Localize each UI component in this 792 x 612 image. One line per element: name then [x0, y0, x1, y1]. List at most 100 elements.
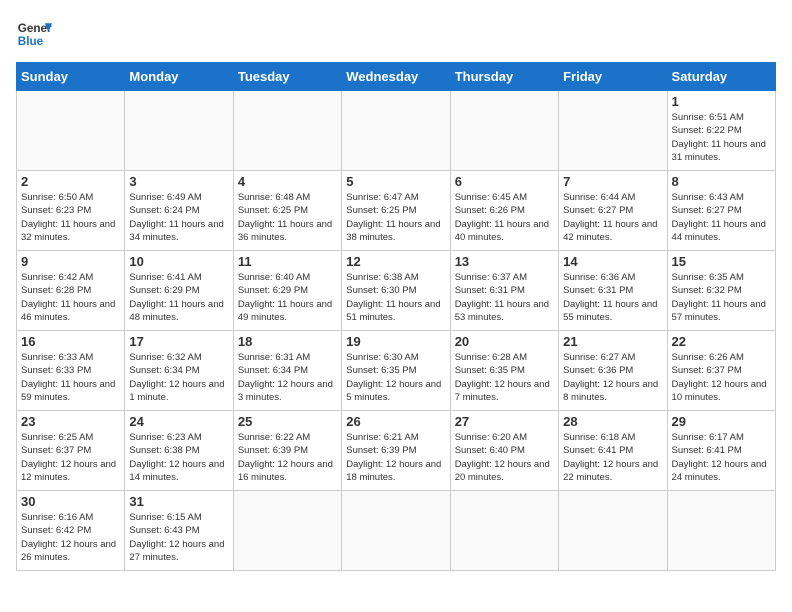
calendar-cell: 24 Sunrise: 6:23 AM Sunset: 6:38 PM Dayli… [125, 411, 233, 491]
day-number: 22 [672, 334, 771, 349]
day-number: 2 [21, 174, 120, 189]
calendar-week-row: 1Sunrise: 6:51 AM Sunset: 6:22 PM Daylig… [17, 91, 776, 171]
day-info: Sunrise: 6:33 AM Sunset: 6:33 PM Dayligh… [21, 351, 120, 404]
day-number: 11 [238, 254, 337, 269]
calendar-cell: 9 Sunrise: 6:42 AM Sunset: 6:28 PM Daylig… [17, 251, 125, 331]
calendar-cell [233, 91, 341, 171]
calendar-cell: 14 Sunrise: 6:36 AM Sunset: 6:31 PM Dayli… [559, 251, 667, 331]
calendar-cell: 6 Sunrise: 6:45 AM Sunset: 6:26 PM Daylig… [450, 171, 558, 251]
weekday-header-friday: Friday [559, 63, 667, 91]
day-info: Sunrise: 6:41 AM Sunset: 6:29 PM Dayligh… [129, 271, 228, 324]
svg-text:Blue: Blue [18, 35, 44, 48]
calendar-cell: 3Sunrise: 6:49 AM Sunset: 6:24 PM Daylig… [125, 171, 233, 251]
day-info: Sunrise: 6:27 AM Sunset: 6:36 PM Dayligh… [563, 351, 662, 404]
calendar-cell: 19 Sunrise: 6:30 AM Sunset: 6:35 PM Dayli… [342, 331, 450, 411]
day-info: Sunrise: 6:20 AM Sunset: 6:40 PM Dayligh… [455, 431, 554, 484]
calendar-cell [233, 491, 341, 571]
calendar-cell [450, 91, 558, 171]
day-number: 24 [129, 414, 228, 429]
day-number: 29 [672, 414, 771, 429]
calendar-cell: 12Sunrise: 6:38 AM Sunset: 6:30 PM Dayli… [342, 251, 450, 331]
day-number: 19 [346, 334, 445, 349]
weekday-header-sunday: Sunday [17, 63, 125, 91]
day-info: Sunrise: 6:42 AM Sunset: 6:28 PM Dayligh… [21, 271, 120, 324]
day-info: Sunrise: 6:30 AM Sunset: 6:35 PM Dayligh… [346, 351, 445, 404]
weekday-header-wednesday: Wednesday [342, 63, 450, 91]
day-info: Sunrise: 6:36 AM Sunset: 6:31 PM Dayligh… [563, 271, 662, 324]
day-info: Sunrise: 6:40 AM Sunset: 6:29 PM Dayligh… [238, 271, 337, 324]
day-number: 31 [129, 494, 228, 509]
day-number: 28 [563, 414, 662, 429]
day-number: 26 [346, 414, 445, 429]
day-number: 12 [346, 254, 445, 269]
calendar-week-row: 2 Sunrise: 6:50 AM Sunset: 6:23 PM Daylig… [17, 171, 776, 251]
day-info: Sunrise: 6:25 AM Sunset: 6:37 PM Dayligh… [21, 431, 120, 484]
day-number: 17 [129, 334, 228, 349]
calendar-cell: 18Sunrise: 6:31 AM Sunset: 6:34 PM Dayli… [233, 331, 341, 411]
day-number: 4 [238, 174, 337, 189]
day-info: Sunrise: 6:23 AM Sunset: 6:38 PM Dayligh… [129, 431, 228, 484]
calendar-cell: 22 Sunrise: 6:26 AM Sunset: 6:37 PM Dayli… [667, 331, 775, 411]
calendar-cell: 29Sunrise: 6:17 AM Sunset: 6:41 PM Dayli… [667, 411, 775, 491]
calendar-cell: 13Sunrise: 6:37 AM Sunset: 6:31 PM Dayli… [450, 251, 558, 331]
day-number: 20 [455, 334, 554, 349]
day-number: 25 [238, 414, 337, 429]
calendar-cell [17, 91, 125, 171]
day-number: 1 [672, 94, 771, 109]
day-info: Sunrise: 6:21 AM Sunset: 6:39 PM Dayligh… [346, 431, 445, 484]
day-number: 8 [672, 174, 771, 189]
day-number: 27 [455, 414, 554, 429]
day-info: Sunrise: 6:45 AM Sunset: 6:26 PM Dayligh… [455, 191, 554, 244]
day-number: 15 [672, 254, 771, 269]
day-info: Sunrise: 6:48 AM Sunset: 6:25 PM Dayligh… [238, 191, 337, 244]
calendar-cell: 2 Sunrise: 6:50 AM Sunset: 6:23 PM Daylig… [17, 171, 125, 251]
calendar-cell: 8 Sunrise: 6:43 AM Sunset: 6:27 PM Daylig… [667, 171, 775, 251]
day-number: 30 [21, 494, 120, 509]
calendar-cell: 15Sunrise: 6:35 AM Sunset: 6:32 PM Dayli… [667, 251, 775, 331]
calendar-cell: 7 Sunrise: 6:44 AM Sunset: 6:27 PM Daylig… [559, 171, 667, 251]
generalblue-logo-icon: General Blue [16, 16, 52, 52]
calendar-cell: 28 Sunrise: 6:18 AM Sunset: 6:41 PM Dayli… [559, 411, 667, 491]
calendar-cell: 1Sunrise: 6:51 AM Sunset: 6:22 PM Daylig… [667, 91, 775, 171]
calendar-cell [342, 91, 450, 171]
day-info: Sunrise: 6:18 AM Sunset: 6:41 PM Dayligh… [563, 431, 662, 484]
day-info: Sunrise: 6:37 AM Sunset: 6:31 PM Dayligh… [455, 271, 554, 324]
day-number: 21 [563, 334, 662, 349]
calendar-cell [342, 491, 450, 571]
calendar-cell: 30 Sunrise: 6:16 AM Sunset: 6:42 PM Dayli… [17, 491, 125, 571]
calendar-cell: 27 Sunrise: 6:20 AM Sunset: 6:40 PM Dayli… [450, 411, 558, 491]
calendar-cell: 21 Sunrise: 6:27 AM Sunset: 6:36 PM Dayli… [559, 331, 667, 411]
day-info: Sunrise: 6:31 AM Sunset: 6:34 PM Dayligh… [238, 351, 337, 404]
calendar-cell: 31 Sunrise: 6:15 AM Sunset: 6:43 PM Dayli… [125, 491, 233, 571]
day-number: 10 [129, 254, 228, 269]
day-info: Sunrise: 6:44 AM Sunset: 6:27 PM Dayligh… [563, 191, 662, 244]
day-number: 3 [129, 174, 228, 189]
calendar-table: SundayMondayTuesdayWednesdayThursdayFrid… [16, 62, 776, 571]
weekday-header-monday: Monday [125, 63, 233, 91]
day-number: 6 [455, 174, 554, 189]
day-info: Sunrise: 6:15 AM Sunset: 6:43 PM Dayligh… [129, 511, 228, 564]
calendar-cell: 10 Sunrise: 6:41 AM Sunset: 6:29 PM Dayli… [125, 251, 233, 331]
day-number: 9 [21, 254, 120, 269]
day-info: Sunrise: 6:26 AM Sunset: 6:37 PM Dayligh… [672, 351, 771, 404]
day-info: Sunrise: 6:47 AM Sunset: 6:25 PM Dayligh… [346, 191, 445, 244]
day-number: 16 [21, 334, 120, 349]
day-info: Sunrise: 6:32 AM Sunset: 6:34 PM Dayligh… [129, 351, 228, 404]
calendar-cell: 4 Sunrise: 6:48 AM Sunset: 6:25 PM Daylig… [233, 171, 341, 251]
day-info: Sunrise: 6:43 AM Sunset: 6:27 PM Dayligh… [672, 191, 771, 244]
calendar-cell: 20Sunrise: 6:28 AM Sunset: 6:35 PM Dayli… [450, 331, 558, 411]
day-info: Sunrise: 6:50 AM Sunset: 6:23 PM Dayligh… [21, 191, 120, 244]
day-number: 5 [346, 174, 445, 189]
day-number: 23 [21, 414, 120, 429]
day-number: 7 [563, 174, 662, 189]
weekday-header-saturday: Saturday [667, 63, 775, 91]
weekday-header-tuesday: Tuesday [233, 63, 341, 91]
calendar-cell: 16 Sunrise: 6:33 AM Sunset: 6:33 PM Dayli… [17, 331, 125, 411]
calendar-cell [559, 91, 667, 171]
page-header: General Blue [16, 16, 776, 52]
calendar-week-row: 16 Sunrise: 6:33 AM Sunset: 6:33 PM Dayli… [17, 331, 776, 411]
day-number: 14 [563, 254, 662, 269]
day-info: Sunrise: 6:16 AM Sunset: 6:42 PM Dayligh… [21, 511, 120, 564]
calendar-cell: 5 Sunrise: 6:47 AM Sunset: 6:25 PM Daylig… [342, 171, 450, 251]
calendar-week-row: 9 Sunrise: 6:42 AM Sunset: 6:28 PM Daylig… [17, 251, 776, 331]
